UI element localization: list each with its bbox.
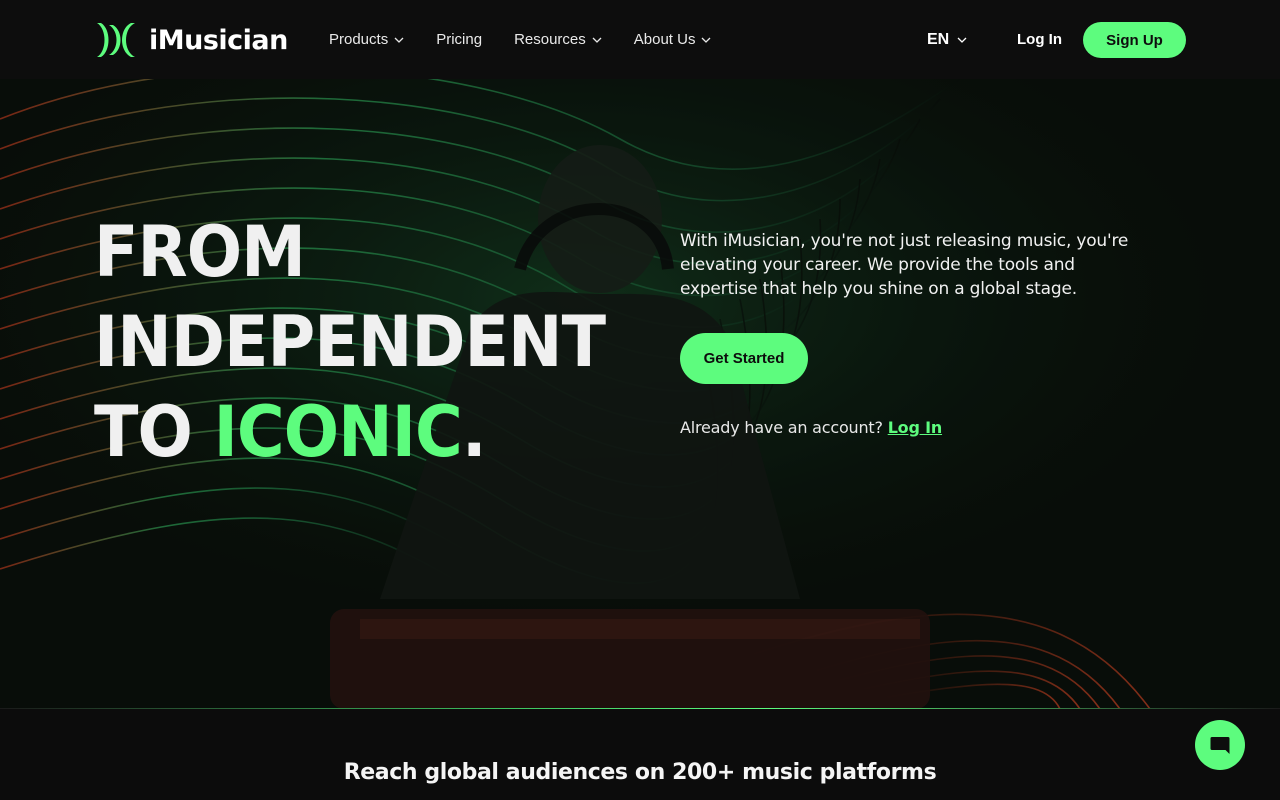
headline-line-3: TO ICONIC. [94,387,605,477]
hero-divider [0,708,1280,709]
chat-button[interactable] [1195,720,1245,770]
brand-logo[interactable]: iMusician [95,21,288,59]
hero-login-link[interactable]: Log In [888,418,943,437]
signup-button[interactable]: Sign Up [1083,22,1186,58]
headline-line-1: FROM [94,211,306,293]
brand-name: iMusician [149,24,288,56]
chevron-down-icon [394,37,404,43]
account-prompt: Already have an account? Log In [680,418,942,437]
nav-item-pricing[interactable]: Pricing [436,31,482,48]
imusician-logo-icon [97,23,135,57]
chevron-down-icon [702,37,711,43]
account-prompt-text: Already have an account? [680,418,883,437]
site-header: iMusician Products Pricing Resources Abo… [0,0,1280,79]
chevron-down-icon [957,37,967,43]
platforms-heading: Reach global audiences on 200+ music pla… [343,760,937,785]
nav-item-label: About Us [633,31,696,48]
hero-headline: FROM INDEPENDENT TO ICONIC. [94,207,606,477]
language-label: EN [927,30,950,48]
nav-item-label: Pricing [436,31,483,48]
chat-bubble-icon [1210,737,1230,754]
headline-prefix: TO [94,391,214,473]
chevron-down-icon [592,37,602,43]
headline-suffix: . [461,391,487,473]
headline-accent-word: ICONIC [213,391,463,473]
main-nav: Products Pricing Resources About Us [329,0,743,79]
hero-section: FROM INDEPENDENT TO ICONIC. With iMusici… [0,79,1280,709]
hero-description: With iMusician, you're not just releasin… [680,231,1129,299]
nav-item-resources[interactable]: Resources [514,31,602,48]
header-login-link[interactable]: Log In [1017,0,1062,79]
nav-item-about-us[interactable]: About Us [634,31,712,48]
nav-item-label: Products [329,31,389,48]
nav-item-products[interactable]: Products [329,31,404,48]
headline-line-2: INDEPENDENT [94,301,606,383]
language-selector[interactable]: EN [927,0,967,79]
nav-item-label: Resources [514,31,586,48]
get-started-button[interactable]: Get Started [680,333,808,384]
